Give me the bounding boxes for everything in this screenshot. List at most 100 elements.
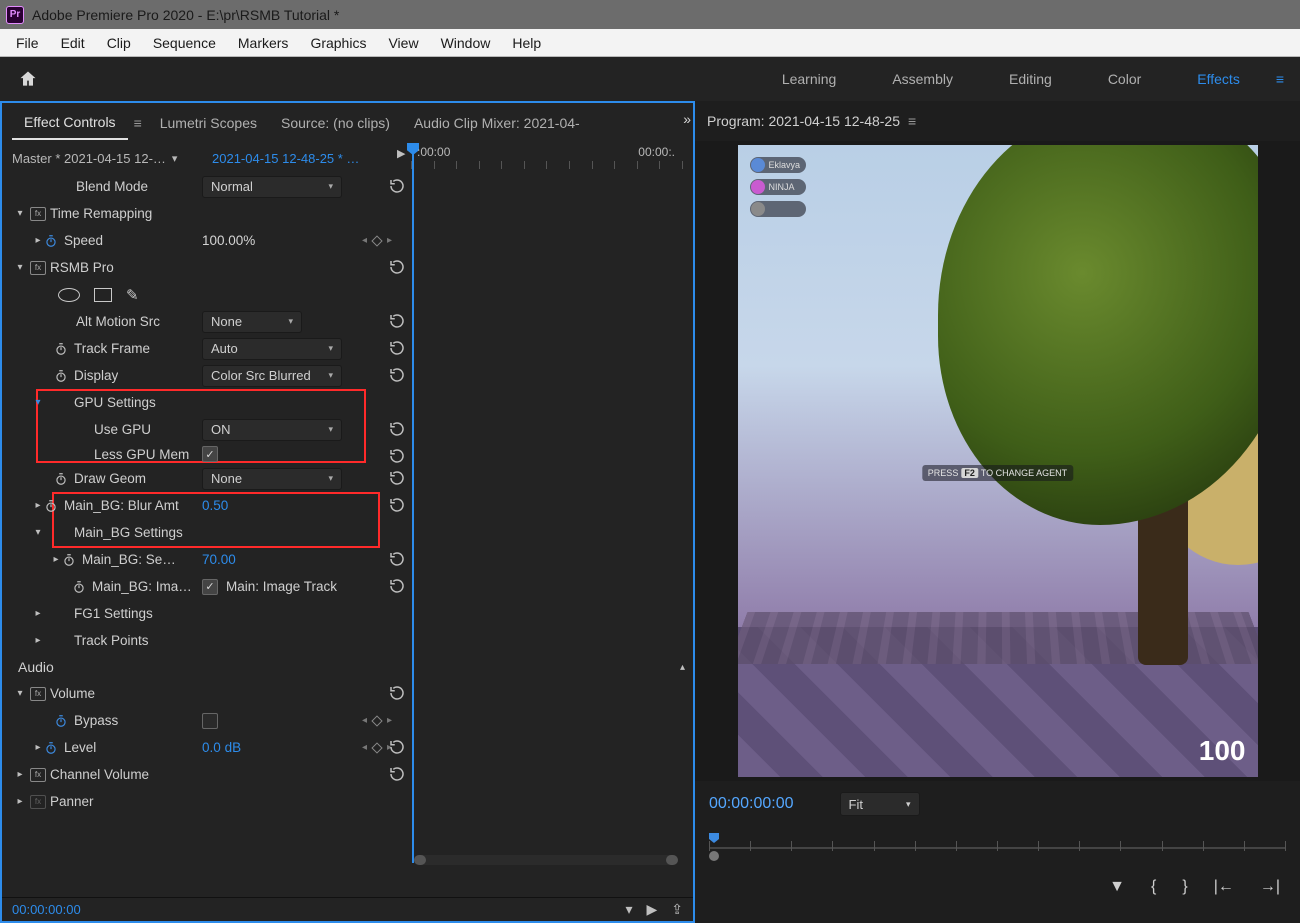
blend-mode-dropdown[interactable]: Normal▾ (202, 176, 342, 198)
reset-icon[interactable] (388, 312, 406, 330)
step-fwd-icon[interactable]: →| (1260, 878, 1280, 896)
tab-effect-controls[interactable]: Effect Controls (12, 106, 128, 140)
menu-markers[interactable]: Markers (228, 31, 299, 55)
less-gpu-mem-checkbox[interactable]: ✓ (202, 446, 218, 462)
mark-out-icon[interactable]: { (1151, 878, 1156, 896)
disclosure-arrow[interactable]: ▸ (32, 608, 44, 619)
program-scrub-knob[interactable] (709, 851, 719, 861)
tab-lumetri-scopes[interactable]: Lumetri Scopes (148, 107, 269, 139)
disclosure-arrow[interactable]: ▸ (50, 554, 62, 565)
menu-sequence[interactable]: Sequence (143, 31, 226, 55)
reset-icon[interactable] (388, 550, 406, 568)
mask-ellipse-icon[interactable] (58, 288, 80, 302)
reset-icon[interactable] (388, 339, 406, 357)
master-clip-label[interactable]: Master * 2021-04-15 12-… (12, 151, 166, 166)
menu-help[interactable]: Help (502, 31, 551, 55)
export-icon[interactable]: ⇪ (671, 901, 683, 918)
reset-icon[interactable] (388, 447, 406, 465)
filter-icon[interactable]: ▾ (625, 901, 632, 918)
disclosure-arrow[interactable]: ▸ (14, 769, 26, 780)
draw-geom-dropdown[interactable]: None▾ (202, 468, 342, 490)
menu-window[interactable]: Window (431, 31, 501, 55)
main-bg-ima-checkbox[interactable]: ✓ (202, 579, 218, 595)
play-icon[interactable]: ▶ (397, 147, 405, 160)
menu-edit[interactable]: Edit (51, 31, 95, 55)
workspace-effects[interactable]: Effects (1169, 61, 1268, 97)
stopwatch-icon[interactable] (54, 342, 68, 356)
step-back-icon[interactable]: |← (1214, 878, 1234, 896)
use-gpu-dropdown[interactable]: ON▾ (202, 419, 342, 441)
fx-badge-icon[interactable]: fx (30, 687, 46, 701)
panel-menu-icon[interactable]: ≡ (128, 115, 148, 131)
mark-in-icon[interactable]: ▼ (1109, 878, 1125, 896)
fx-badge-icon[interactable]: fx (30, 207, 46, 221)
fx-badge-icon[interactable]: fx (30, 261, 46, 275)
bypass-checkbox[interactable] (202, 713, 218, 729)
workspace-color[interactable]: Color (1080, 61, 1169, 97)
workspace-overflow-icon[interactable]: ≡ (1268, 63, 1292, 95)
workspace-editing[interactable]: Editing (981, 61, 1080, 97)
menu-file[interactable]: File (6, 31, 49, 55)
track-frame-dropdown[interactable]: Auto▾ (202, 338, 342, 360)
tab-source[interactable]: Source: (no clips) (269, 107, 402, 139)
panel-menu-icon[interactable]: ≡ (908, 113, 916, 129)
main-bg-sens-value[interactable]: 70.00 (202, 552, 236, 567)
timeline-hscroll[interactable] (414, 855, 678, 865)
speed-value[interactable]: 100.00% (202, 233, 255, 248)
alt-motion-dropdown[interactable]: None▾ (202, 311, 302, 333)
home-button[interactable] (12, 63, 44, 95)
stopwatch-icon[interactable] (44, 741, 58, 755)
workspace-assembly[interactable]: Assembly (864, 61, 981, 97)
disclosure-arrow[interactable]: ▸ (32, 742, 44, 753)
stopwatch-icon[interactable] (54, 714, 68, 728)
reset-icon[interactable] (388, 420, 406, 438)
disclosure-arrow[interactable]: ▸ (32, 235, 44, 246)
fx-badge-icon[interactable]: fx (30, 768, 46, 782)
stopwatch-icon[interactable] (62, 553, 76, 567)
menu-view[interactable]: View (378, 31, 428, 55)
stopwatch-icon[interactable] (44, 499, 58, 513)
reset-icon[interactable] (388, 496, 406, 514)
workspace-learning[interactable]: Learning (754, 61, 865, 97)
stopwatch-icon[interactable] (72, 580, 86, 594)
footer-timecode[interactable]: 00:00:00:00 (12, 902, 81, 917)
stopwatch-icon[interactable] (54, 369, 68, 383)
stopwatch-icon[interactable] (44, 234, 58, 248)
tab-audio-mixer[interactable]: Audio Clip Mixer: 2021-04- (402, 107, 592, 139)
reset-icon[interactable] (388, 577, 406, 595)
reset-icon[interactable] (388, 366, 406, 384)
program-timecode[interactable]: 00:00:00:00 (709, 795, 794, 813)
disclosure-arrow[interactable]: ▾ (32, 397, 44, 408)
go-to-in-icon[interactable]: } (1182, 878, 1187, 896)
reset-icon[interactable] (388, 177, 406, 195)
disclosure-arrow[interactable]: ▸ (32, 500, 44, 511)
mask-pen-icon[interactable]: ✎ (126, 286, 139, 304)
disclosure-arrow[interactable]: ▸ (32, 635, 44, 646)
main-bg-blur-value[interactable]: 0.50 (202, 498, 228, 513)
tabs-overflow-icon[interactable]: » (683, 111, 687, 127)
reset-icon[interactable] (388, 469, 406, 487)
level-value[interactable]: 0.0 (202, 740, 221, 755)
sequence-clip-label[interactable]: 2021-04-15 12-48-25 * … (212, 151, 359, 166)
disclosure-arrow[interactable]: ▾ (14, 208, 26, 219)
reset-icon[interactable] (388, 765, 406, 783)
menu-graphics[interactable]: Graphics (300, 31, 376, 55)
display-dropdown[interactable]: Color Src Blurred▾ (202, 365, 342, 387)
menu-clip[interactable]: Clip (97, 31, 141, 55)
keyframe-nav[interactable]: ◂▸ (362, 715, 392, 726)
disclosure-arrow[interactable]: ▾ (14, 262, 26, 273)
disclosure-arrow[interactable]: ▸ (14, 796, 26, 807)
collapse-up-icon[interactable]: ▴ (680, 662, 685, 673)
play-only-icon[interactable]: ▶ (646, 901, 657, 918)
disclosure-arrow[interactable]: ▾ (32, 527, 44, 538)
program-viewer[interactable]: Eklavya NINJA PRESS F2 TO CHANGE AGENT 1… (738, 145, 1258, 777)
mask-rectangle-icon[interactable] (94, 288, 112, 302)
disclosure-arrow[interactable]: ▾ (14, 688, 26, 699)
stopwatch-icon[interactable] (54, 472, 68, 486)
zoom-dropdown[interactable]: Fit▾ (840, 792, 920, 816)
fx-badge-icon[interactable]: fx (30, 795, 46, 809)
effect-mini-timeline[interactable]: ▶ :00:00 00:00:. (397, 143, 683, 173)
program-scrubber[interactable] (695, 827, 1300, 867)
reset-icon[interactable] (388, 258, 406, 276)
reset-icon[interactable] (388, 738, 406, 756)
